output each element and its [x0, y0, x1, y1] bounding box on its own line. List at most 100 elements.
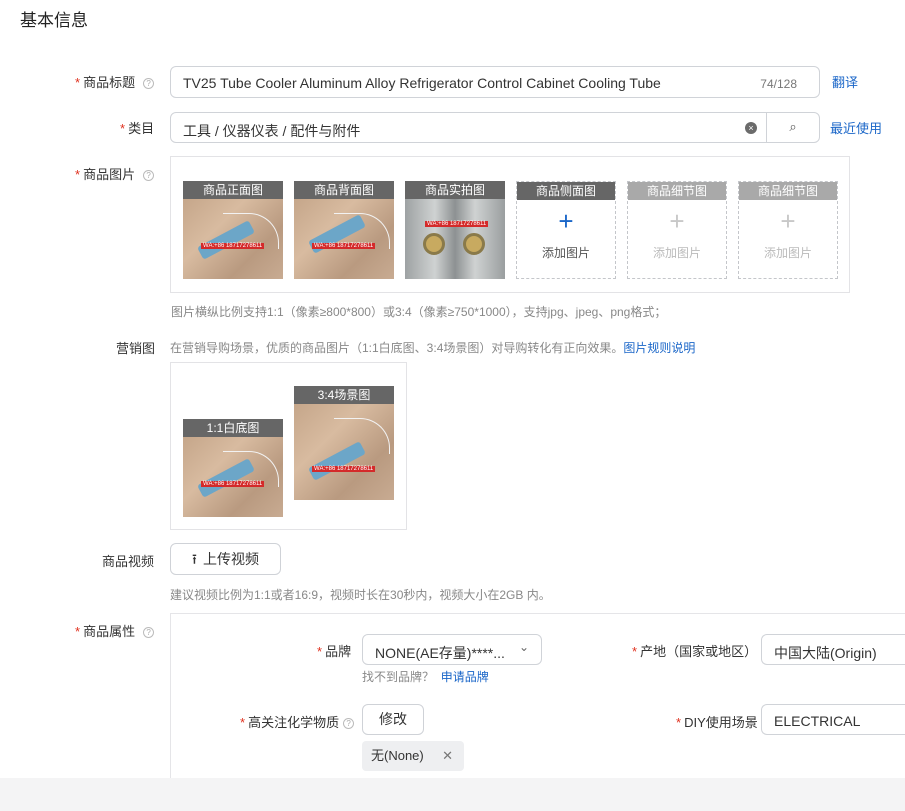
- required-mark: *: [75, 167, 81, 182]
- slot-caption: 商品实拍图: [405, 181, 505, 199]
- images-label: * 商品图片?: [75, 164, 155, 183]
- title-input-value: TV25 Tube Cooler Aluminum Alloy Refriger…: [183, 75, 661, 91]
- chemical-label: * 高关注化学物质?: [240, 712, 355, 731]
- attributes-label: * 商品属性?: [75, 621, 155, 640]
- image-slot-side-add[interactable]: 商品侧面图 + 添加图片: [516, 181, 616, 279]
- marketing-label: 营销图: [116, 341, 156, 356]
- slot-caption: 商品背面图: [294, 181, 394, 199]
- upload-video-button[interactable]: ⭱ 上传视频: [170, 543, 281, 575]
- category-label: * 类目: [120, 118, 154, 137]
- brand-select-value: NONE(AE存量)****...: [375, 645, 505, 661]
- marketing-slot-scene[interactable]: 3:4场景图 WA:+86 18717278611: [294, 386, 394, 518]
- section-title: 基本信息: [20, 11, 88, 30]
- brand-label-text: 品牌: [325, 644, 352, 659]
- attributes-label-text: 商品属性: [83, 624, 136, 639]
- diy-scene-select[interactable]: ELECTRICAL: [761, 704, 905, 735]
- required-mark: *: [317, 644, 323, 659]
- edit-chemical-button[interactable]: 修改: [362, 704, 424, 735]
- title-label-text: 商品标题: [83, 75, 136, 90]
- origin-label-text: 产地（国家或地区）: [640, 644, 758, 659]
- slot-caption: 商品细节图: [628, 182, 726, 200]
- images-label-text: 商品图片: [83, 167, 136, 182]
- photo-watermark: WA:+86 18717278611: [312, 466, 376, 472]
- marketing-images-box: 1:1白底图 WA:+86 18717278611 3:4场景图 WA:+86 …: [170, 362, 407, 530]
- white-band: [294, 500, 394, 518]
- photo-watermark: WA:+86 18717278611: [201, 243, 265, 249]
- required-mark: *: [75, 75, 81, 90]
- diy-scene-label-text: DIY使用场景: [684, 715, 758, 730]
- plus-icon: +: [669, 206, 685, 236]
- required-mark: *: [632, 644, 638, 659]
- origin-label: * 产地（国家或地区）: [632, 641, 757, 660]
- brand-label: * 品牌: [317, 641, 351, 660]
- category-label-text: 类目: [128, 121, 155, 136]
- add-image-text: 添加图片: [652, 246, 701, 260]
- wire-shape: [334, 418, 390, 454]
- brand-not-found: 找不到品牌？ 申请品牌: [362, 668, 489, 685]
- diy-scene-label: * DIY使用场景: [676, 712, 758, 731]
- add-image-text: 添加图片: [541, 246, 590, 260]
- marketing-hint-text: 在营销导购场景，优质的商品图片（1:1白底图、3:4场景图）对导购转化有正向效果…: [170, 341, 624, 355]
- apply-brand-link[interactable]: 申请品牌: [441, 670, 489, 684]
- image-slot-front[interactable]: 商品正面图 WA:+86 18717278611: [183, 181, 283, 279]
- photo-watermark: WA:+86 18717278611: [425, 221, 489, 227]
- upload-icon: ⭱: [192, 551, 197, 567]
- search-icon[interactable]: ⌕: [766, 113, 819, 142]
- slot-caption: 商品细节图: [739, 182, 837, 200]
- category-input[interactable]: 工具 / 仪器仪表 / 配件与附件 × ⌕: [170, 112, 820, 143]
- required-mark: *: [75, 624, 81, 639]
- brand-not-found-text: 找不到品牌？: [362, 670, 435, 684]
- marketing-slot-square[interactable]: 1:1白底图 WA:+86 18717278611: [183, 419, 283, 517]
- product-photo: WA:+86 18717278611: [183, 437, 283, 517]
- category-input-value: 工具 / 仪器仪表 / 配件与附件: [183, 123, 361, 139]
- required-mark: *: [120, 121, 126, 136]
- image-slot-back[interactable]: 商品背面图 WA:+86 18717278611: [294, 181, 394, 279]
- recent-used-link[interactable]: 最近使用: [830, 118, 882, 137]
- nut-shape: [463, 233, 485, 255]
- photo-watermark: WA:+86 18717278611: [201, 481, 265, 487]
- chemical-tag-text: 无(None): [371, 748, 424, 763]
- title-label: * 商品标题?: [75, 72, 155, 91]
- chevron-down-icon: ⌄: [518, 640, 529, 654]
- help-icon[interactable]: ?: [143, 627, 155, 638]
- video-label: 商品视频: [102, 554, 155, 569]
- help-icon[interactable]: ?: [143, 170, 155, 181]
- help-icon[interactable]: ?: [143, 78, 155, 89]
- marketing-hint: 在营销导购场景，优质的商品图片（1:1白底图、3:4场景图）对导购转化有正向效果…: [170, 339, 695, 356]
- nut-shape: [423, 233, 445, 255]
- help-icon[interactable]: ?: [343, 718, 355, 729]
- add-image-text: 添加图片: [763, 246, 812, 260]
- clear-icon[interactable]: ×: [745, 122, 757, 134]
- upload-video-label: 上传视频: [202, 551, 259, 567]
- diy-scene-select-value: ELECTRICAL: [774, 713, 861, 729]
- product-photo: WA:+86 18717278611: [183, 199, 283, 279]
- chemical-tag: 无(None) ✕: [362, 741, 464, 771]
- image-rules-link[interactable]: 图片规则说明: [623, 341, 695, 355]
- chemical-label-text: 高关注化学物质: [248, 715, 340, 730]
- video-hint: 建议视频比例为1:1或者16:9，视频时长在30秒内，视频大小在2GB 内。: [170, 588, 551, 602]
- attributes-box: * 品牌 NONE(AE存量)****... ⌄ 找不到品牌？ 申请品牌 * 产地（…: [170, 613, 905, 778]
- title-input[interactable]: TV25 Tube Cooler Aluminum Alloy Refriger…: [170, 66, 820, 98]
- image-slot-detail-add-2[interactable]: 商品细节图 + 添加图片: [738, 181, 838, 279]
- photo-watermark: WA:+86 18717278611: [312, 243, 376, 249]
- slot-caption: 1:1白底图: [183, 419, 283, 437]
- plus-icon: +: [780, 206, 796, 236]
- product-photo: WA:+86 18717278611: [294, 199, 394, 279]
- required-mark: *: [676, 715, 682, 730]
- images-hint: 图片横纵比例支持1:1（像素≥800*800）或3:4（像素≥750*1000）…: [171, 305, 667, 319]
- origin-select[interactable]: 中国大陆(Origin): [761, 634, 905, 665]
- image-slot-detail-add[interactable]: 商品细节图 + 添加图片: [627, 181, 727, 279]
- remove-icon[interactable]: ✕: [442, 741, 453, 771]
- slot-caption: 3:4场景图: [294, 386, 394, 404]
- slot-caption: 商品正面图: [183, 181, 283, 199]
- slot-caption: 商品侧面图: [517, 182, 615, 200]
- product-images-box: 商品正面图 WA:+86 18717278611 商品背面图 WA:+86 18…: [170, 156, 850, 293]
- plus-icon: +: [558, 206, 574, 236]
- required-mark: *: [240, 715, 246, 730]
- image-slot-real[interactable]: 商品实拍图 WA:+86 18717278611: [405, 181, 505, 279]
- product-photo: WA:+86 18717278611: [405, 199, 505, 279]
- translate-link[interactable]: 翻译: [832, 72, 858, 91]
- origin-select-value: 中国大陆(Origin): [774, 645, 877, 661]
- product-photo: WA:+86 18717278611: [294, 404, 394, 500]
- brand-select[interactable]: NONE(AE存量)****... ⌄: [362, 634, 542, 665]
